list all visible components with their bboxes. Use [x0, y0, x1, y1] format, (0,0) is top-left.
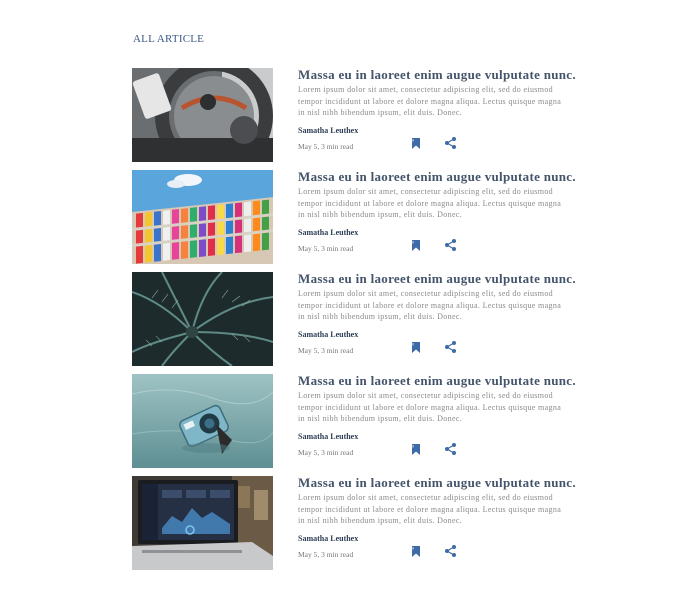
- article-title[interactable]: Massa eu in laoreet enim augue vulputate…: [298, 272, 598, 286]
- bookmark-button[interactable]: [409, 340, 423, 354]
- bookmark-button[interactable]: [409, 238, 423, 252]
- article-author: Samatha Leuthex: [298, 126, 359, 135]
- article-body: Massa eu in laoreet enim augue vulputate…: [298, 272, 598, 356]
- article-excerpt: Lorem ipsum dolor sit amet, consectetur …: [298, 391, 562, 423]
- article-body: Massa eu in laoreet enim augue vulputate…: [298, 170, 598, 254]
- bookmark-icon: [412, 341, 420, 353]
- article-thumbnail[interactable]: [132, 68, 273, 162]
- article-body: Massa eu in laoreet enim augue vulputate…: [298, 476, 598, 560]
- share-button[interactable]: [443, 238, 457, 252]
- bookmark-button[interactable]: [409, 136, 423, 150]
- article-excerpt: Lorem ipsum dolor sit amet, consectetur …: [298, 493, 562, 525]
- share-button[interactable]: [443, 442, 457, 456]
- article-card[interactable]: Massa eu in laoreet enim augue vulputate…: [132, 476, 592, 570]
- bookmark-icon: [412, 239, 420, 251]
- article-title[interactable]: Massa eu in laoreet enim augue vulputate…: [298, 68, 598, 82]
- bookmark-icon: [412, 545, 420, 557]
- article-thumbnail[interactable]: [132, 272, 273, 366]
- bookmark-button[interactable]: [409, 544, 423, 558]
- share-icon: [444, 341, 456, 353]
- share-button[interactable]: [443, 340, 457, 354]
- article-meta: May 5, 3 min read: [298, 448, 354, 457]
- article-excerpt: Lorem ipsum dolor sit amet, consectetur …: [298, 187, 562, 219]
- article-author: Samatha Leuthex: [298, 228, 359, 237]
- article-list: Massa eu in laoreet enim augue vulputate…: [132, 68, 592, 578]
- article-excerpt: Lorem ipsum dolor sit amet, consectetur …: [298, 289, 562, 321]
- article-meta: May 5, 3 min read: [298, 244, 354, 253]
- article-meta: May 5, 3 min read: [298, 142, 354, 151]
- article-title[interactable]: Massa eu in laoreet enim augue vulputate…: [298, 476, 598, 490]
- article-thumbnail[interactable]: [132, 374, 273, 468]
- bookmark-button[interactable]: [409, 442, 423, 456]
- share-icon: [444, 137, 456, 149]
- article-author: Samatha Leuthex: [298, 330, 359, 339]
- article-excerpt: Lorem ipsum dolor sit amet, consectetur …: [298, 85, 562, 117]
- article-title[interactable]: Massa eu in laoreet enim augue vulputate…: [298, 170, 598, 184]
- article-card[interactable]: Massa eu in laoreet enim augue vulputate…: [132, 374, 592, 468]
- article-thumbnail[interactable]: [132, 476, 273, 570]
- share-icon: [444, 239, 456, 251]
- article-card[interactable]: Massa eu in laoreet enim augue vulputate…: [132, 68, 592, 162]
- section-title[interactable]: ALL ARTICLE: [133, 33, 204, 45]
- article-thumbnail[interactable]: [132, 170, 273, 264]
- bookmark-icon: [412, 443, 420, 455]
- share-button[interactable]: [443, 544, 457, 558]
- article-card[interactable]: Massa eu in laoreet enim augue vulputate…: [132, 170, 592, 264]
- article-meta: May 5, 3 min read: [298, 346, 354, 355]
- article-card[interactable]: Massa eu in laoreet enim augue vulputate…: [132, 272, 592, 366]
- article-body: Massa eu in laoreet enim augue vulputate…: [298, 374, 598, 458]
- share-icon: [444, 443, 456, 455]
- share-button[interactable]: [443, 136, 457, 150]
- share-icon: [444, 545, 456, 557]
- article-meta: May 5, 3 min read: [298, 550, 354, 559]
- article-author: Samatha Leuthex: [298, 432, 359, 441]
- bookmark-icon: [412, 137, 420, 149]
- article-author: Samatha Leuthex: [298, 534, 359, 543]
- article-title[interactable]: Massa eu in laoreet enim augue vulputate…: [298, 374, 598, 388]
- article-body: Massa eu in laoreet enim augue vulputate…: [298, 68, 598, 152]
